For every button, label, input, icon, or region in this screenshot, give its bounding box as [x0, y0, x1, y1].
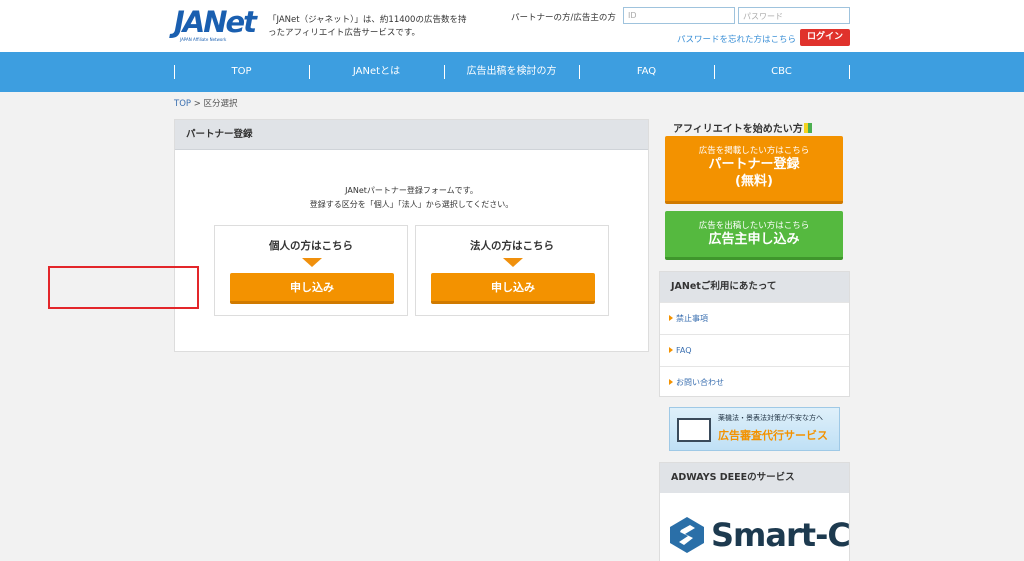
individual-choice: 個人の方はこちら 申し込み — [214, 225, 408, 316]
site-tagline: 「JANet（ジャネット）」は、約11400の広告数を持ったアフィリエイト広告サ… — [268, 15, 467, 38]
link-label: 禁止事項 — [676, 314, 708, 323]
smart-c-text: Smart-C — [711, 516, 851, 554]
smart-c-logo[interactable]: Smart-C — [668, 516, 851, 556]
partner-registration-panel: パートナー登録 JANetパートナー登録フォームです。 登録する区分を「個人」「… — [174, 119, 649, 352]
banner-line-2: 広告審査代行サービス — [718, 429, 828, 442]
banner-line-1: 薬機法・景表法対策が不安な方へ — [718, 414, 823, 422]
beginner-mark-icon — [803, 123, 812, 133]
highlight-box — [48, 266, 199, 309]
nav-item-cbc[interactable]: CBC — [714, 52, 849, 92]
partner-cta-main: パートナー登録 — [708, 157, 800, 172]
corporate-choice: 法人の方はこちら 申し込み — [415, 225, 609, 316]
triangle-right-icon — [669, 347, 673, 353]
link-label: FAQ — [676, 346, 692, 355]
logo-subtitle: JAPAN Affiliate Network — [180, 37, 227, 42]
advertiser-apply-cta[interactable]: 広告を出稿したい方はこちら 広告主申し込み — [665, 211, 843, 260]
nav-item-about[interactable]: JANetとは — [309, 52, 444, 92]
login-button[interactable]: ログイン — [800, 29, 850, 46]
intro-text: JANetパートナー登録フォームです。 登録する区分を「個人」「法人」から選択し… — [175, 184, 648, 212]
nav-separator — [849, 65, 850, 79]
advertiser-cta-sub: 広告を出稿したい方はこちら — [698, 221, 810, 231]
monitor-icon — [677, 418, 711, 442]
login-label: パートナーの方/広告主の方 — [511, 13, 616, 23]
partner-cta-free: (無料) — [735, 174, 773, 189]
adways-panel-title: ADWAYS DEEEのサービス — [660, 463, 849, 493]
ad-review-banner[interactable]: 薬機法・景表法対策が不安な方へ 広告審査代行サービス — [669, 407, 840, 451]
individual-apply-button[interactable]: 申し込み — [230, 273, 394, 304]
intro-line-1: JANetパートナー登録フォームです。 — [345, 186, 478, 195]
link-faq[interactable]: FAQ — [660, 334, 849, 366]
breadcrumb: TOP > 区分選択 — [174, 97, 238, 109]
triangle-right-icon — [669, 315, 673, 321]
breadcrumb-current: 区分選択 — [203, 99, 238, 109]
breadcrumb-home[interactable]: TOP — [174, 99, 191, 109]
breadcrumb-separator: > — [193, 99, 201, 109]
nav-item-advertisers[interactable]: 広告出稿を検討の方 — [444, 52, 579, 92]
sidebar-title: アフィリエイトを始めたい方 — [673, 120, 812, 135]
password-input[interactable]: パスワード — [738, 7, 850, 24]
logo-text: JANet — [174, 5, 257, 39]
corporate-apply-button[interactable]: 申し込み — [431, 273, 595, 304]
main-nav: TOP JANetとは 広告出稿を検討の方 FAQ CBC — [0, 52, 1024, 92]
smart-c-icon — [670, 517, 704, 553]
site-header: JANet JAPAN Affiliate Network 「JANet（ジャネ… — [0, 0, 1024, 52]
link-prohibited[interactable]: 禁止事項 — [660, 302, 849, 334]
partner-register-cta[interactable]: 広告を掲載したい方はこちら パートナー登録 (無料) — [665, 136, 843, 204]
corporate-title: 法人の方はこちら — [470, 240, 554, 252]
partner-cta-sub: 広告を掲載したい方はこちら — [698, 146, 810, 156]
intro-line-2: 登録する区分を「個人」「法人」から選択してください。 — [309, 200, 514, 209]
panel-title: パートナー登録 — [175, 120, 648, 150]
janet-logo[interactable]: JANet JAPAN Affiliate Network — [174, 5, 257, 42]
arrow-down-icon — [302, 258, 322, 267]
usage-panel: JANetご利用にあたって 禁止事項 FAQ お問い合わせ — [659, 271, 850, 397]
link-label: お問い合わせ — [676, 378, 724, 387]
nav-item-top[interactable]: TOP — [174, 52, 309, 92]
id-input[interactable]: ID — [623, 7, 735, 24]
nav-item-faq[interactable]: FAQ — [579, 52, 714, 92]
individual-title: 個人の方はこちら — [269, 240, 353, 252]
forgot-password-link[interactable]: パスワードを忘れた方はこちら — [677, 33, 796, 45]
link-contact[interactable]: お問い合わせ — [660, 366, 849, 398]
arrow-down-icon — [503, 258, 523, 267]
triangle-right-icon — [669, 379, 673, 385]
usage-panel-title: JANetご利用にあたって — [660, 272, 849, 302]
advertiser-cta-main: 広告主申し込み — [708, 232, 800, 247]
sidebar-title-text: アフィリエイトを始めたい方 — [673, 124, 803, 135]
